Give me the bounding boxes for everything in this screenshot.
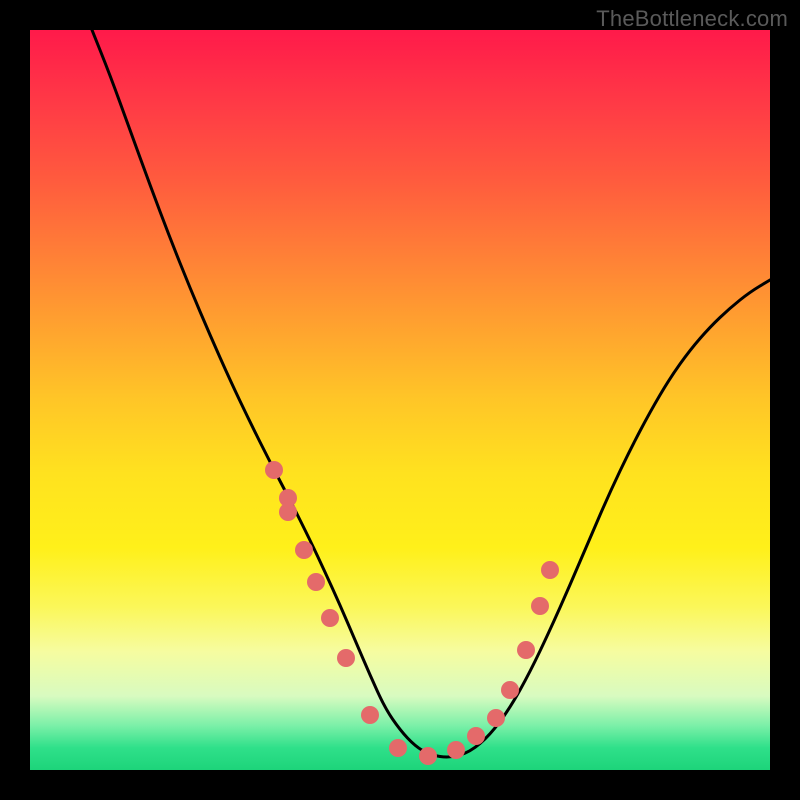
bottleneck-curve (92, 30, 770, 757)
dot-marker (541, 561, 559, 579)
dot-marker (295, 541, 313, 559)
dot-markers (265, 461, 559, 765)
dot-marker (337, 649, 355, 667)
chart-frame: TheBottleneck.com (0, 0, 800, 800)
dot-marker (307, 573, 325, 591)
dot-marker (321, 609, 339, 627)
dot-marker (419, 747, 437, 765)
dot-marker (487, 709, 505, 727)
dot-marker (467, 727, 485, 745)
dot-marker (517, 641, 535, 659)
chart-svg (30, 30, 770, 770)
dot-marker (389, 739, 407, 757)
dot-marker (501, 681, 519, 699)
watermark-text: TheBottleneck.com (596, 6, 788, 32)
dot-marker (279, 503, 297, 521)
dot-marker (531, 597, 549, 615)
dot-marker (265, 461, 283, 479)
plot-area (30, 30, 770, 770)
dot-marker (361, 706, 379, 724)
dot-marker (447, 741, 465, 759)
